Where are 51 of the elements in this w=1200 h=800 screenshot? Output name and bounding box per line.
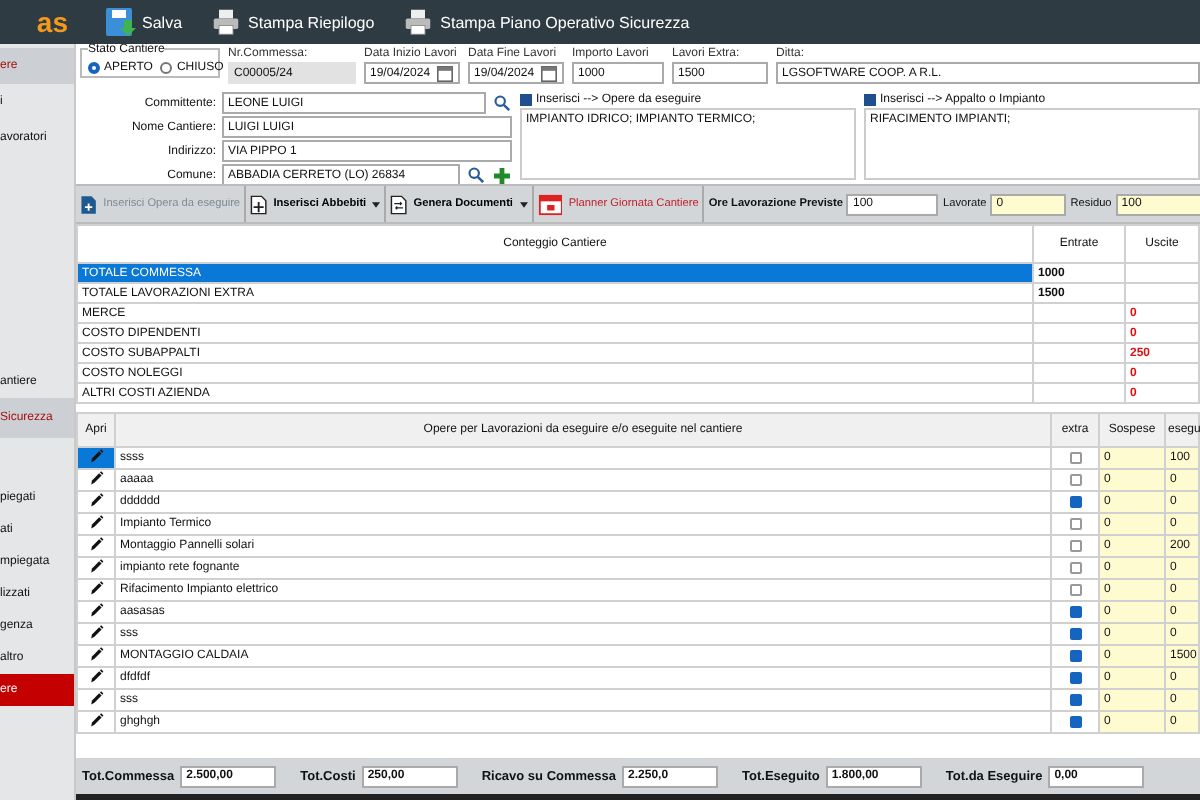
search-icon[interactable] — [492, 94, 512, 112]
pencil-icon[interactable] — [88, 625, 104, 640]
pencil-icon[interactable] — [88, 581, 104, 596]
pencil-icon[interactable] — [88, 515, 104, 530]
checkbox[interactable] — [1069, 628, 1081, 640]
radio-button[interactable] — [88, 62, 100, 74]
table-cell — [1033, 323, 1125, 343]
printer-icon — [402, 8, 435, 36]
app-logo: as — [34, 6, 70, 38]
toolbar-button[interactable]: Salva — [104, 6, 183, 38]
pencil-icon[interactable] — [88, 537, 104, 552]
pencil-icon[interactable] — [88, 471, 104, 486]
radio-button[interactable] — [160, 62, 173, 74]
table-cell — [1033, 383, 1125, 403]
checkbox[interactable] — [1069, 474, 1081, 486]
add-icon[interactable] — [492, 165, 512, 185]
calendar-icon — [537, 193, 563, 215]
checkbox[interactable] — [1069, 496, 1081, 508]
calendar-icon[interactable] — [540, 65, 558, 81]
pencil-icon[interactable] — [88, 493, 104, 508]
pencil-icon[interactable] — [88, 691, 104, 706]
checkbox[interactable] — [1069, 650, 1081, 662]
pencil-icon[interactable] — [88, 669, 104, 684]
checkbox[interactable] — [1069, 518, 1081, 530]
checkbox[interactable] — [1069, 672, 1081, 684]
printer-icon — [210, 8, 243, 36]
pencil-icon[interactable] — [88, 647, 104, 662]
pencil-icon[interactable] — [88, 603, 104, 618]
checkbox[interactable] — [1069, 452, 1081, 464]
checkbox[interactable] — [1069, 716, 1081, 728]
table-cell — [1033, 343, 1125, 363]
calendar-icon[interactable] — [436, 65, 454, 81]
checkbox[interactable] — [1069, 584, 1081, 596]
caret-icon — [372, 201, 381, 207]
pencil-icon[interactable] — [88, 559, 104, 574]
checkbox[interactable] — [1069, 562, 1081, 574]
checkbox[interactable] — [1069, 694, 1081, 706]
checkbox[interactable] — [1069, 540, 1081, 552]
checkbox[interactable] — [1069, 606, 1081, 618]
search-icon[interactable] — [466, 166, 486, 184]
table-cell — [1033, 303, 1125, 323]
document-plus-icon — [250, 193, 268, 215]
toolbar-button[interactable]: Stampa Riepilogo — [210, 8, 375, 36]
pencil-icon[interactable] — [88, 713, 104, 728]
document-plus-icon — [80, 193, 98, 215]
table-cell — [1033, 363, 1125, 383]
table-cell — [1125, 283, 1199, 303]
document-arrows-icon — [390, 193, 408, 215]
toolbar-button[interactable]: Stampa Piano Operativo Sicurezza — [402, 8, 690, 36]
table-cell — [1125, 263, 1199, 283]
caret-icon — [519, 201, 527, 207]
